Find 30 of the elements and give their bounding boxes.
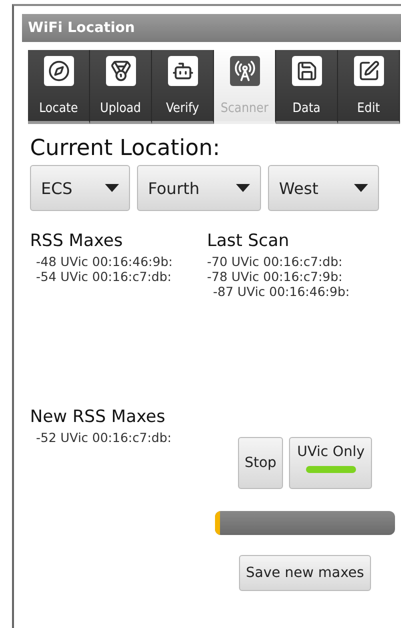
tab[interactable]: Locate — [28, 50, 90, 124]
rss-entry: -52 UVic 00:16:c7:db: — [35, 430, 172, 445]
rss-entry: -48 UVic 00:16:46:9b: — [35, 254, 174, 269]
column-heading: Last Scan — [207, 231, 290, 251]
save-button[interactable]: Save new maxes — [238, 555, 372, 591]
dropdown[interactable]: ECS — [30, 165, 130, 211]
antenna-icon — [230, 56, 260, 86]
scan-entry: -70 UVic 00:16:c7:db: — [207, 254, 344, 269]
scan-entry: -78 UVic 00:16:c7:9b: — [207, 269, 344, 284]
tab[interactable]: Edit — [338, 50, 400, 124]
robot-icon — [168, 56, 198, 86]
section-heading: Current Location: — [30, 136, 222, 161]
medal-icon — [106, 56, 136, 86]
dropdown-arrow-icon — [236, 184, 250, 192]
rss-entry: -54 UVic 00:16:c7:db: — [35, 269, 172, 284]
compass-icon — [44, 56, 74, 86]
tab[interactable]: Data — [276, 50, 338, 124]
dropdown-arrow-icon — [354, 184, 368, 192]
dropdown[interactable]: West — [268, 165, 379, 211]
column-heading: New RSS Maxes — [30, 407, 166, 427]
stop-button[interactable]: Stop — [238, 437, 284, 489]
tab[interactable]: Upload — [90, 50, 152, 124]
scan-entry: -87 UVic 00:16:46:9b: — [212, 284, 351, 299]
column-heading: RSS Maxes — [30, 231, 124, 251]
window-title: WiFi Location — [22, 14, 401, 42]
tab[interactable]: Verify — [152, 50, 214, 124]
toggle-button[interactable]: UVic Only — [289, 437, 372, 489]
edit-icon — [354, 56, 384, 86]
dropdown[interactable]: Fourth — [137, 165, 261, 211]
dropdown-arrow-icon — [105, 184, 119, 192]
